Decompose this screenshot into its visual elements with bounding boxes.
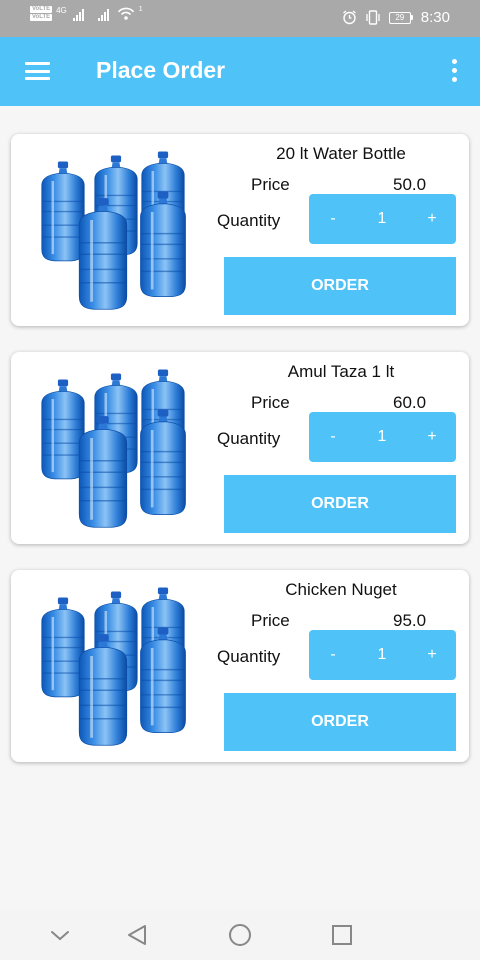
price-value: 95.0 [393, 611, 427, 630]
order-button[interactable]: ORDER [224, 475, 456, 533]
water-bottles-image [40, 150, 187, 311]
price-label: Price [251, 393, 290, 412]
quantity-stepper: - 1 + [309, 194, 456, 244]
quantity-value: 1 [377, 210, 387, 227]
quantity-stepper: - 1 + [309, 412, 456, 462]
wifi-badge: 1 [138, 6, 143, 13]
more-vert-icon[interactable] [450, 59, 458, 83]
page-title: Place Order [96, 57, 226, 83]
alarm-icon [342, 10, 356, 25]
product-card: Chicken Nuget Price 95.0 Quantity - 1 + … [11, 570, 469, 762]
battery-level: 29 [388, 11, 411, 24]
product-card: 20 lt Water Bottle Price 50.0 Quantity -… [11, 134, 469, 326]
quantity-label: Quantity [217, 429, 281, 448]
battery-icon: 29 [388, 11, 413, 24]
water-bottles-image [40, 368, 187, 529]
decrement-button[interactable]: - [309, 194, 357, 244]
app-bar: Place Order [0, 37, 480, 106]
increment-button[interactable]: + [408, 630, 456, 680]
signal-icon-2 [97, 7, 109, 21]
vibrate-icon [366, 10, 380, 25]
quantity-value: 1 [377, 646, 387, 663]
decrement-button[interactable]: - [309, 630, 357, 680]
price-label: Price [251, 175, 290, 194]
increment-button[interactable]: + [408, 412, 456, 462]
quantity-label: Quantity [217, 211, 281, 230]
volte-label-2: VoLTE [30, 14, 53, 21]
quantity-stepper: - 1 + [309, 630, 456, 680]
status-bar: VoLTE VoLTE 4G 1 29 8:30 [0, 0, 480, 37]
home-icon[interactable] [226, 922, 254, 948]
order-button[interactable]: ORDER [224, 257, 456, 315]
wifi-icon [117, 7, 134, 20]
signal-icon [72, 7, 84, 21]
status-left: VoLTE VoLTE 4G 1 [30, 6, 143, 21]
system-nav-bar [0, 910, 480, 960]
product-name: Amul Taza 1 lt [287, 362, 395, 381]
decrement-button[interactable]: - [309, 412, 357, 462]
back-icon[interactable] [124, 922, 152, 948]
collapse-chevron-icon[interactable] [46, 922, 74, 948]
price-value: 50.0 [393, 175, 427, 194]
price-label: Price [251, 611, 290, 630]
network-type: 4G [56, 6, 67, 15]
order-button[interactable]: ORDER [224, 693, 456, 751]
hamburger-menu-icon[interactable] [25, 62, 50, 80]
status-right: 29 8:30 [342, 9, 450, 26]
product-name: Chicken Nuget [285, 580, 397, 599]
volte-label-1: VoLTE [30, 6, 53, 13]
product-name: 20 lt Water Bottle [276, 144, 406, 163]
quantity-label: Quantity [217, 647, 281, 666]
water-bottles-image [40, 586, 187, 747]
recents-icon[interactable] [328, 922, 356, 948]
quantity-value: 1 [377, 428, 387, 445]
volte-icon: VoLTE VoLTE [30, 6, 53, 21]
clock: 8:30 [420, 9, 450, 26]
increment-button[interactable]: + [408, 194, 456, 244]
price-value: 60.0 [393, 393, 427, 412]
product-card: Amul Taza 1 lt Price 60.0 Quantity - 1 +… [11, 352, 469, 544]
